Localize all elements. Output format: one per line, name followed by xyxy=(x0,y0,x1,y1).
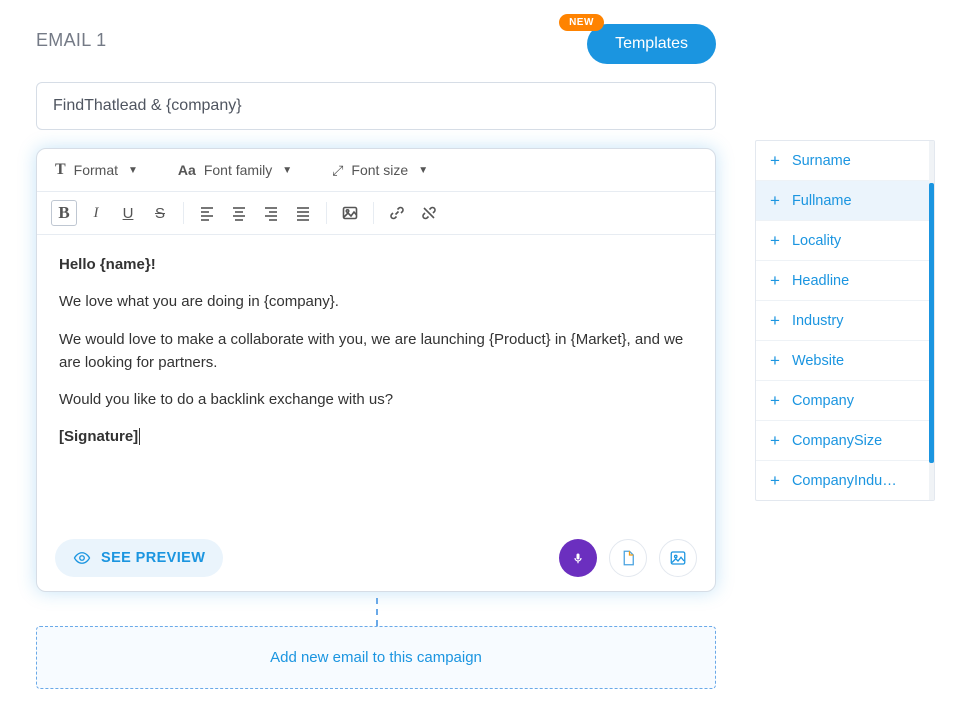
align-left-icon xyxy=(199,205,215,221)
new-badge: NEW xyxy=(559,14,604,31)
signature-placeholder: [Signature] xyxy=(59,428,138,445)
merge-field-item[interactable]: + Website xyxy=(756,341,934,381)
body-line-1: We love what you are doing in {company}. xyxy=(59,290,693,313)
merge-field-label: Fullname xyxy=(792,193,852,209)
body-line-3: Would you like to do a backlink exchange… xyxy=(59,388,693,411)
merge-field-item[interactable]: + Company xyxy=(756,381,934,421)
unlink-button[interactable] xyxy=(416,200,442,226)
font-family-icon: Aa xyxy=(178,162,196,178)
insert-picture-button[interactable] xyxy=(659,539,697,577)
chevron-down-icon: ▼ xyxy=(418,165,428,176)
underline-icon: U xyxy=(123,205,134,222)
templates-button-wrap: NEW Templates xyxy=(587,24,716,64)
editor-content[interactable]: Hello {name}! We love what you are doing… xyxy=(37,235,715,525)
body-line-2: We would love to make a collaborate with… xyxy=(59,328,693,375)
toolbar-separator xyxy=(373,202,374,224)
text-cursor xyxy=(139,428,140,445)
see-preview-label: SEE PREVIEW xyxy=(101,550,205,566)
microphone-icon xyxy=(569,549,587,567)
editor-toolbar-row2: B I U S xyxy=(37,192,715,235)
align-justify-button[interactable] xyxy=(290,200,316,226)
see-preview-button[interactable]: SEE PREVIEW xyxy=(55,539,223,577)
underline-button[interactable]: U xyxy=(115,200,141,226)
plus-icon: + xyxy=(770,272,780,289)
format-label: Format xyxy=(74,162,118,178)
align-right-button[interactable] xyxy=(258,200,284,226)
email-editor: T Format ▼ Aa Font family ▼ ⤢ Font size … xyxy=(36,148,716,592)
email-header: EMAIL 1 NEW Templates xyxy=(36,30,716,64)
font-size-icon: ⤢ xyxy=(332,162,343,179)
strikethrough-button[interactable]: S xyxy=(147,200,173,226)
flow-connector xyxy=(36,598,716,626)
fields-scrollbar-thumb[interactable] xyxy=(929,183,934,463)
editor-footer: SEE PREVIEW xyxy=(37,525,715,591)
templates-button[interactable]: Templates xyxy=(587,24,716,64)
font-family-dropdown[interactable]: Aa Font family ▼ xyxy=(178,162,292,178)
greeting-line: Hello {name}! xyxy=(59,256,156,273)
merge-field-item[interactable]: + Industry xyxy=(756,301,934,341)
merge-field-label: Locality xyxy=(792,233,841,249)
plus-icon: + xyxy=(770,152,780,169)
italic-button[interactable]: I xyxy=(83,200,109,226)
merge-field-item[interactable]: + CompanyIndu… xyxy=(756,461,934,500)
italic-icon: I xyxy=(94,205,99,222)
insert-image-button[interactable] xyxy=(337,200,363,226)
merge-field-item[interactable]: + Surname xyxy=(756,141,934,181)
chevron-down-icon: ▼ xyxy=(282,165,292,176)
merge-field-label: Industry xyxy=(792,313,844,329)
font-size-label: Font size xyxy=(351,162,408,178)
record-voice-button[interactable] xyxy=(559,539,597,577)
footer-actions xyxy=(559,539,697,577)
chevron-down-icon: ▼ xyxy=(128,165,138,176)
editor-toolbar-row1: T Format ▼ Aa Font family ▼ ⤢ Font size … xyxy=(37,149,715,192)
font-family-label: Font family xyxy=(204,162,272,178)
merge-field-label: Website xyxy=(792,353,844,369)
image-icon xyxy=(342,205,358,221)
font-size-dropdown[interactable]: ⤢ Font size ▼ xyxy=(332,162,428,179)
add-email-label: Add new email to this campaign xyxy=(270,649,482,666)
bold-button[interactable]: B xyxy=(51,200,77,226)
merge-field-label: Company xyxy=(792,393,854,409)
format-dropdown[interactable]: T Format ▼ xyxy=(55,161,138,179)
unlink-icon xyxy=(421,205,437,221)
merge-field-item[interactable]: + Fullname xyxy=(756,181,934,221)
insert-link-button[interactable] xyxy=(384,200,410,226)
merge-field-item[interactable]: + Locality xyxy=(756,221,934,261)
bold-icon: B xyxy=(58,203,69,223)
merge-field-label: Surname xyxy=(792,153,851,169)
merge-field-label: Headline xyxy=(792,273,849,289)
plus-icon: + xyxy=(770,312,780,329)
align-right-icon xyxy=(263,205,279,221)
toolbar-separator xyxy=(183,202,184,224)
merge-field-label: CompanyIndu… xyxy=(792,473,897,489)
file-icon xyxy=(619,549,637,567)
plus-icon: + xyxy=(770,392,780,409)
plus-icon: + xyxy=(770,432,780,449)
align-justify-icon xyxy=(295,205,311,221)
plus-icon: + xyxy=(770,232,780,249)
attach-file-button[interactable] xyxy=(609,539,647,577)
format-icon: T xyxy=(55,161,66,179)
toolbar-separator xyxy=(326,202,327,224)
align-left-button[interactable] xyxy=(194,200,220,226)
strikethrough-icon: S xyxy=(155,205,165,222)
merge-field-item[interactable]: + CompanySize xyxy=(756,421,934,461)
plus-icon: + xyxy=(770,352,780,369)
merge-field-label: CompanySize xyxy=(792,433,882,449)
merge-field-item[interactable]: + Headline xyxy=(756,261,934,301)
plus-icon: + xyxy=(770,472,780,489)
link-icon xyxy=(389,205,405,221)
align-center-button[interactable] xyxy=(226,200,252,226)
subject-input[interactable] xyxy=(36,82,716,130)
add-email-button[interactable]: Add new email to this campaign xyxy=(36,626,716,689)
align-center-icon xyxy=(231,205,247,221)
merge-fields-panel: + Surname + Fullname + Locality + Headline + Indu… xyxy=(755,140,935,501)
plus-icon: + xyxy=(770,192,780,209)
picture-icon xyxy=(669,549,687,567)
eye-icon xyxy=(73,549,91,567)
